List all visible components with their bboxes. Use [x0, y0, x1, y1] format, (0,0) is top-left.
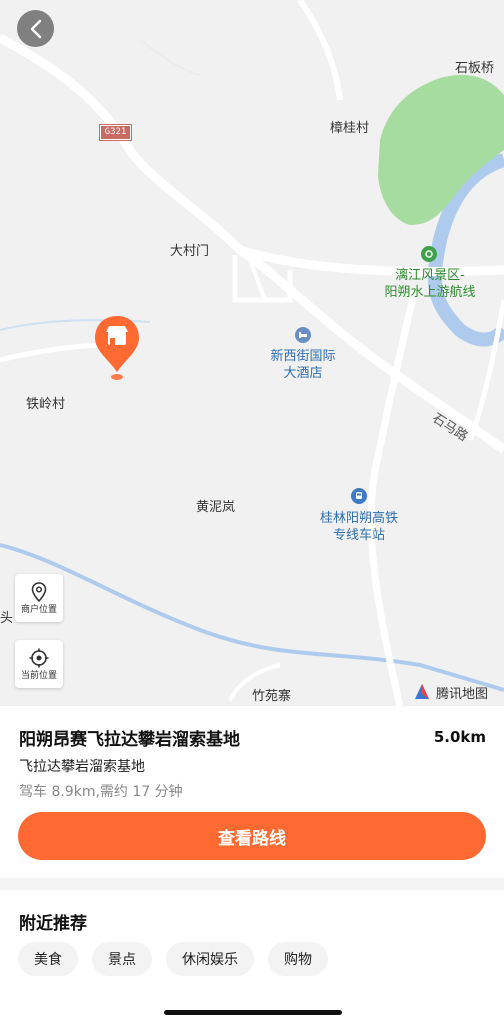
section-divider: [0, 878, 504, 890]
map-label-station: 桂林阳朔高铁 专线车站: [312, 510, 406, 544]
current-location-label: 当前位置: [20, 670, 57, 681]
drive-info: 驾车 8.9km,需约 17 分钟: [19, 784, 183, 800]
map-view[interactable]: G321 石板桥 樟桂村 大村门 漓江风景区- 阳朔水上游航线 新西街国际 大酒…: [0, 0, 504, 706]
chip-attractions[interactable]: 景点: [92, 942, 152, 976]
chip-food[interactable]: 美食: [18, 942, 78, 976]
chip-leisure[interactable]: 休闲娱乐: [166, 942, 254, 976]
map-base-layer: [0, 0, 504, 706]
map-label-tou: 头: [0, 611, 14, 626]
merchant-marker[interactable]: [93, 314, 141, 382]
map-label-zhuwanzhai: 竹苑寨: [252, 689, 292, 704]
place-distance: 5.0km: [433, 728, 486, 746]
map-label-hotel: 新西街国际 大酒店: [265, 348, 341, 382]
back-button[interactable]: [17, 10, 54, 47]
place-subtitle: 飞拉达攀岩溜索基地: [19, 759, 145, 775]
location-pin-icon: [31, 581, 47, 602]
home-indicator[interactable]: [164, 1010, 342, 1015]
tencent-map-logo-icon: [415, 684, 429, 699]
map-label-lijiang-line1: 漓江风景区-: [395, 268, 465, 283]
map-label-zhangguicun: 樟桂村: [330, 121, 370, 136]
map-label-station-line2: 专线车站: [332, 528, 385, 543]
map-label-shibanqiao: 石板桥: [455, 61, 495, 76]
crosshair-icon: [29, 648, 49, 667]
merchant-location-label: 商户位置: [20, 604, 57, 615]
map-attribution-text: 腾讯地图: [436, 686, 489, 702]
merchant-location-button[interactable]: 商户位置: [15, 574, 63, 622]
map-label-station-line1: 桂林阳朔高铁: [319, 511, 398, 526]
view-route-button[interactable]: 查看路线: [18, 812, 486, 860]
highway-shield-g321: G321: [99, 124, 132, 141]
train-station-icon: [351, 488, 367, 504]
map-label-lijiang: 漓江风景区- 阳朔水上游航线: [378, 267, 482, 301]
map-label-lijiang-line2: 阳朔水上游航线: [384, 285, 476, 300]
current-location-button[interactable]: 当前位置: [15, 640, 63, 688]
nearby-title: 附近推荐: [19, 914, 87, 934]
map-label-huangnilan: 黄泥岚: [196, 500, 236, 515]
map-label-dacunmen: 大村门: [170, 244, 210, 259]
chip-shopping[interactable]: 购物: [268, 942, 328, 976]
map-label-hotel-line1: 新西街国际: [270, 349, 336, 364]
nearby-chips: 美食 景点 休闲娱乐 购物: [18, 942, 328, 976]
hotel-icon: [295, 327, 311, 343]
map-attribution: 腾讯地图: [412, 682, 488, 702]
place-title: 阳朔昂赛飞拉达攀岩溜索基地: [19, 730, 240, 750]
map-label-hotel-line2: 大酒店: [283, 366, 323, 381]
scenic-area-icon: [421, 246, 437, 262]
map-label-tielingcun: 铁岭村: [26, 397, 66, 412]
chevron-left-icon: [30, 19, 41, 38]
